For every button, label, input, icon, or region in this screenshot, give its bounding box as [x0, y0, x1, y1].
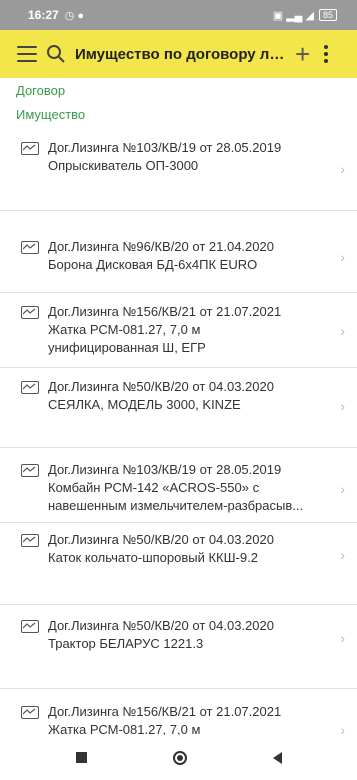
list-item[interactable]: Дог.Лизинга №96/КВ/20 от 21.04.2020 Боро…	[0, 211, 357, 293]
item-contract: Дог.Лизинга №50/КВ/20 от 04.03.2020	[48, 618, 274, 633]
chevron-right-icon: ›	[340, 398, 345, 414]
item-contract: Дог.Лизинга №50/КВ/20 от 04.03.2020	[48, 532, 274, 547]
property-list: Дог.Лизинга №103/КВ/19 от 28.05.2019 Опр…	[0, 131, 357, 755]
recent-apps-icon[interactable]	[75, 752, 87, 763]
system-nav-bar	[0, 735, 357, 780]
document-icon	[21, 706, 39, 719]
page-title: Имущество по договору ли...	[75, 45, 285, 63]
chevron-right-icon: ›	[340, 481, 345, 497]
notification-icons: ◷ ●	[64, 9, 85, 22]
item-name: Каток кольчато-шпоровый ККШ-9.2	[48, 550, 258, 565]
document-icon	[21, 241, 39, 254]
status-time: 16:27	[28, 8, 59, 22]
chevron-right-icon: ›	[340, 323, 345, 339]
document-icon	[21, 381, 39, 394]
list-item[interactable]: Дог.Лизинга №50/КВ/20 от 04.03.2020 СЕЯЛ…	[0, 368, 357, 448]
status-bar: 16:27 ◷ ● ▣ ▂▄ ◢ 85	[0, 0, 357, 30]
home-icon[interactable]	[172, 750, 187, 765]
app-toolbar: Имущество по договору ли... +	[0, 30, 357, 78]
document-icon	[21, 534, 39, 547]
item-name: Опрыскиватель ОП-3000	[48, 158, 199, 173]
list-item[interactable]: Дог.Лизинга №156/КВ/21 от 21.07.2021 Жат…	[0, 293, 357, 368]
item-contract: Дог.Лизинга №156/КВ/21 от 21.07.2021	[48, 304, 282, 319]
list-item[interactable]: Дог.Лизинга №103/КВ/19 от 28.05.2019 Ком…	[0, 448, 357, 523]
document-icon	[21, 464, 39, 477]
item-contract: Дог.Лизинга №103/КВ/19 от 28.05.2019	[48, 140, 282, 155]
list-item[interactable]: Дог.Лизинга №103/КВ/19 от 28.05.2019 Опр…	[0, 131, 357, 211]
chevron-right-icon: ›	[340, 249, 345, 265]
item-name: Комбайн РСМ-142 «ACROS-550» с навешенным…	[48, 480, 304, 513]
document-icon	[21, 306, 39, 319]
group-contract-link[interactable]: Договор	[16, 83, 65, 98]
add-icon[interactable]: +	[295, 41, 310, 67]
group-property-link[interactable]: Имущество	[16, 107, 85, 122]
item-name: Трактор БЕЛАРУС 1221.3	[48, 636, 204, 651]
item-contract: Дог.Лизинга №103/КВ/19 от 28.05.2019	[48, 462, 282, 477]
chevron-right-icon: ›	[340, 630, 345, 646]
item-contract: Дог.Лизинга №96/КВ/20 от 21.04.2020	[48, 239, 274, 254]
item-contract: Дог.Лизинга №156/КВ/21 от 21.07.2021	[48, 704, 282, 719]
item-contract: Дог.Лизинга №50/КВ/20 от 04.03.2020	[48, 379, 274, 394]
list-item[interactable]: Дог.Лизинга №50/КВ/20 от 04.03.2020 Трак…	[0, 605, 357, 689]
item-name: СЕЯЛКА, МОДЕЛЬ 3000, KINZE	[48, 397, 241, 412]
item-name: Борона Дисковая БД-6х4ПК EURO	[48, 257, 258, 272]
item-name: Жатка РСМ-081.27, 7,0 м унифицированная …	[48, 322, 206, 355]
document-icon	[21, 620, 39, 633]
chevron-right-icon: ›	[340, 161, 345, 177]
document-icon	[21, 142, 39, 155]
more-options-icon[interactable]	[324, 45, 329, 63]
chevron-right-icon: ›	[340, 547, 345, 563]
list-item[interactable]: Дог.Лизинга №50/КВ/20 от 04.03.2020 Като…	[0, 523, 357, 605]
system-icons: ▣ ▂▄ ◢ 85	[273, 9, 337, 22]
hamburger-menu-icon[interactable]	[17, 46, 37, 62]
battery-icon: 85	[318, 9, 337, 21]
search-icon[interactable]	[46, 44, 66, 64]
signal-icon: ▣ ▂▄ ◢	[272, 9, 314, 22]
back-icon[interactable]	[272, 751, 282, 764]
